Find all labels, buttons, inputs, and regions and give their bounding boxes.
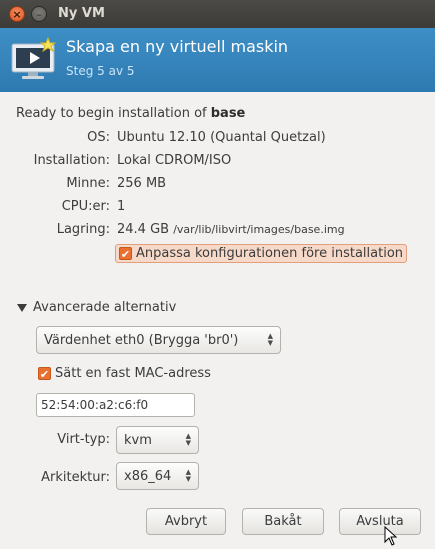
installation-label: Installation:: [33, 153, 110, 168]
title-bar: × – Ny VM: [0, 0, 435, 28]
checkmark-icon: ✔: [119, 247, 132, 261]
window-title: Ny VM: [58, 6, 105, 21]
architecture-select[interactable]: x86_64 ▲ ▼: [116, 462, 199, 490]
virt-type-label: Virt-typ:: [57, 432, 110, 447]
cancel-button[interactable]: Avbryt: [146, 508, 226, 535]
summary-heading: Ready to begin installation of base: [16, 106, 245, 121]
cpu-label: CPU:er:: [61, 199, 110, 214]
storage-size: 24.4 GB: [117, 222, 170, 237]
os-value: Ubuntu 12.10 (Quantal Quetzal): [117, 130, 326, 145]
storage-path: /var/lib/libvirt/images/base.img: [173, 223, 345, 236]
mouse-pointer-icon: [384, 526, 398, 546]
virt-type-select[interactable]: kvm ▲ ▼: [116, 426, 199, 454]
advanced-options-expander[interactable]: Avancerade alternativ: [17, 300, 176, 315]
wizard-header: Skapa en ny virtuell maskin Steg 5 av 5: [0, 28, 435, 92]
fixed-mac-checkbox[interactable]: ✔ Sätt en fast MAC-adress: [38, 366, 211, 381]
finish-button[interactable]: Avsluta: [339, 508, 421, 535]
storage-value: 24.4 GB /var/lib/libvirt/images/base.img: [117, 222, 345, 237]
triangle-down-icon: [17, 303, 27, 312]
updown-arrows-icon: ▲ ▼: [185, 432, 191, 447]
customize-config-checkbox[interactable]: ✔ Anpassa konfigurationen före installat…: [115, 244, 408, 263]
installation-value: Lokal CDROM/ISO: [117, 153, 232, 168]
summary-heading-text: Ready to begin installation of: [16, 106, 211, 121]
architecture-value: x86_64: [124, 468, 172, 484]
minimize-icon[interactable]: –: [31, 6, 47, 22]
memory-label: Minne:: [66, 176, 110, 191]
updown-arrows-icon: ▲ ▼: [185, 468, 191, 483]
virtual-machine-icon: [11, 36, 57, 79]
wizard-title: Skapa en ny virtuell maskin: [66, 37, 289, 56]
back-button[interactable]: Bakåt: [242, 508, 324, 535]
network-select[interactable]: Värdenhet eth0 (Brygga 'br0') ▲ ▼: [36, 326, 281, 354]
updown-arrows-icon: ▲ ▼: [267, 332, 273, 347]
architecture-label: Arkitektur:: [41, 470, 110, 485]
close-icon[interactable]: ×: [9, 6, 25, 22]
cpu-value: 1: [117, 199, 126, 214]
storage-label: Lagring:: [56, 222, 110, 237]
network-select-value: Värdenhet eth0 (Brygga 'br0'): [44, 332, 239, 348]
virt-type-value: kvm: [124, 432, 152, 448]
mac-address-input[interactable]: 52:54:00:a2:c6:f0: [36, 393, 195, 417]
fixed-mac-label: Sätt en fast MAC-adress: [55, 366, 211, 381]
customize-config-label: Anpassa konfigurationen före installatio…: [136, 246, 404, 261]
memory-value: 256 MB: [117, 176, 167, 191]
os-label: OS:: [87, 130, 110, 145]
checkmark-icon: ✔: [38, 367, 51, 381]
advanced-options-label: Avancerade alternativ: [33, 300, 177, 315]
vm-name: base: [210, 106, 246, 121]
wizard-step: Steg 5 av 5: [66, 64, 135, 78]
